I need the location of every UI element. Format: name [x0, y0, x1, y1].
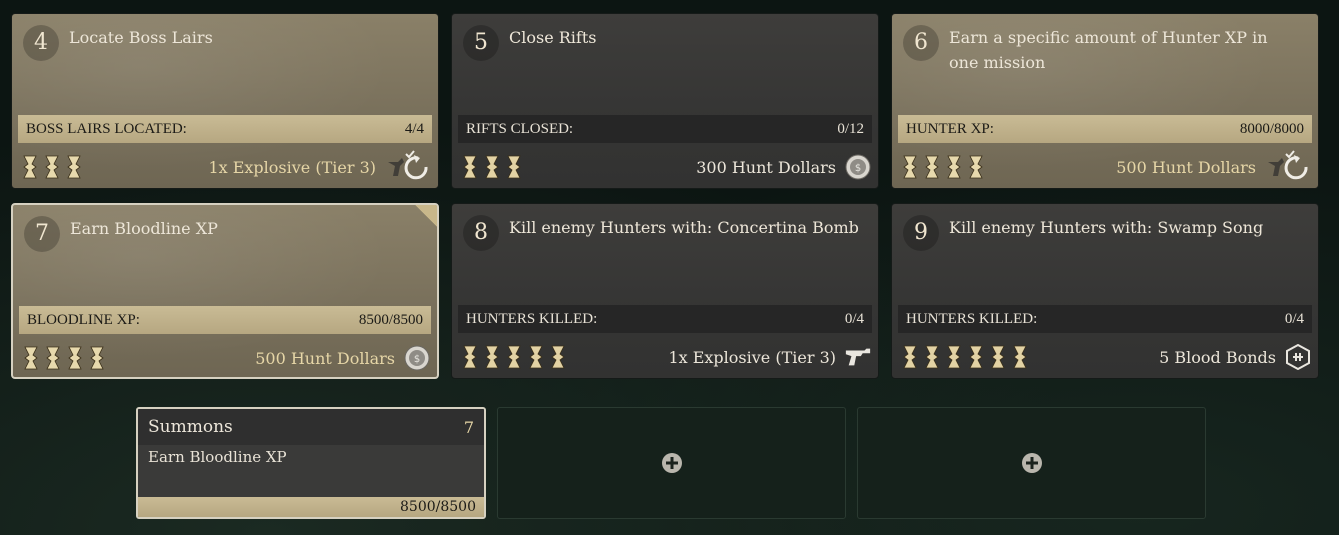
rank-icon	[946, 345, 962, 369]
progress-label: BOSS LAIRS LOCATED:	[26, 120, 187, 137]
rank-icon	[484, 345, 500, 369]
claimed-icon	[1264, 150, 1312, 184]
reward-row: 500 Hunt Dollars $	[19, 340, 431, 376]
progress-label: HUNTER XP:	[906, 120, 994, 137]
blood-bonds-icon	[1284, 343, 1312, 371]
plus-icon[interactable]	[661, 452, 683, 474]
challenge-number: 5	[463, 25, 499, 61]
challenge-number: 9	[903, 215, 939, 251]
progress-value: 0/12	[837, 120, 864, 137]
challenge-title: Kill enemy Hunters with: Swamp Song	[949, 218, 1264, 237]
progress-bar: BOSS LAIRS LOCATED: 4/4	[18, 115, 432, 143]
rank-icon	[22, 155, 38, 179]
challenge-title: Locate Boss Lairs	[69, 28, 213, 47]
progress-value: 0/4	[844, 310, 864, 327]
rank-icon	[44, 155, 60, 179]
progress-label: BLOODLINE XP:	[27, 311, 140, 328]
challenge-number: 7	[24, 216, 60, 252]
summons-task: Earn Bloodline XP	[148, 448, 287, 466]
challenge-number: 8	[463, 215, 499, 251]
challenge-title: Earn Bloodline XP	[70, 219, 218, 238]
challenge-card[interactable]: 9 Kill enemy Hunters with: Swamp Song HU…	[891, 203, 1319, 379]
rank-icons	[462, 155, 522, 179]
rank-icon	[484, 155, 500, 179]
challenge-number: 6	[903, 25, 939, 61]
rank-icon	[1012, 345, 1028, 369]
rank-icon	[924, 155, 940, 179]
reward-row: 500 Hunt Dollars	[898, 149, 1312, 185]
rank-icon	[528, 345, 544, 369]
rank-icon	[924, 345, 940, 369]
rank-icons	[23, 346, 105, 370]
rank-icon	[946, 155, 962, 179]
svg-text:$: $	[855, 163, 861, 174]
reward-text: 500 Hunt Dollars	[1116, 157, 1256, 177]
challenge-card[interactable]: 4 Locate Boss Lairs BOSS LAIRS LOCATED: …	[11, 13, 439, 189]
challenge-title: Kill enemy Hunters with: Concertina Bomb	[509, 218, 859, 237]
rank-icon	[67, 346, 83, 370]
rank-icon	[550, 345, 566, 369]
progress-value: 0/4	[1284, 310, 1304, 327]
challenge-card[interactable]: 8 Kill enemy Hunters with: Concertina Bo…	[451, 203, 879, 379]
rank-icons	[22, 155, 82, 179]
rank-icon	[23, 346, 39, 370]
rank-icons	[902, 155, 984, 179]
progress-bar: BLOODLINE XP: 8500/8500	[19, 306, 431, 334]
progress-value: 8000/8000	[1239, 120, 1304, 137]
rank-icon	[462, 345, 478, 369]
rank-icon	[506, 345, 522, 369]
challenge-title: Close Rifts	[509, 28, 597, 47]
rank-icons	[902, 345, 1028, 369]
summons-progress: 8500/8500	[138, 497, 484, 517]
reward-text: 500 Hunt Dollars	[255, 348, 395, 368]
progress-bar: HUNTERS KILLED: 0/4	[458, 305, 872, 333]
summons-count: 7	[463, 417, 474, 437]
progress-value: 8500/8500	[358, 311, 423, 328]
progress-label: HUNTERS KILLED:	[466, 310, 598, 327]
reward-row: 1x Explosive (Tier 3)	[18, 149, 432, 185]
progress-label: HUNTERS KILLED:	[906, 310, 1038, 327]
progress-bar: HUNTER XP: 8000/8000	[898, 115, 1312, 143]
rank-icon	[462, 155, 478, 179]
rank-icon	[506, 155, 522, 179]
rank-icon	[89, 346, 105, 370]
rank-icon	[990, 345, 1006, 369]
progress-label: RIFTS CLOSED:	[466, 120, 574, 137]
reward-text: 1x Explosive (Tier 3)	[208, 157, 376, 177]
reward-text: 300 Hunt Dollars	[696, 157, 836, 177]
rank-icon	[66, 155, 82, 179]
reward-text: 5 Blood Bonds	[1159, 347, 1276, 367]
empty-slot-1[interactable]	[497, 407, 846, 519]
rank-icon	[968, 345, 984, 369]
progress-bar: RIFTS CLOSED: 0/12	[458, 115, 872, 143]
challenge-title: Earn a specific amount of Hunter XP in o…	[949, 28, 1268, 72]
challenge-card[interactable]: 7 Earn Bloodline XP BLOODLINE XP: 8500/8…	[11, 203, 439, 379]
rank-icon	[968, 155, 984, 179]
rank-icons	[462, 345, 566, 369]
rank-icon	[902, 345, 918, 369]
revolver-icon	[844, 343, 872, 371]
challenge-card[interactable]: 6 Earn a specific amount of Hunter XP in…	[891, 13, 1319, 189]
challenge-card[interactable]: 5 Close Rifts RIFTS CLOSED: 0/12 300 Hun…	[451, 13, 879, 189]
reward-text: 1x Explosive (Tier 3)	[668, 347, 836, 367]
reward-row: 5 Blood Bonds	[898, 339, 1312, 375]
summons-slot[interactable]: Summons 7 Earn Bloodline XP 8500/8500	[136, 407, 486, 519]
challenge-number: 4	[23, 25, 59, 61]
reward-row: 1x Explosive (Tier 3)	[458, 339, 872, 375]
claimed-icon	[384, 150, 432, 184]
reward-row: 300 Hunt Dollars $	[458, 149, 872, 185]
summons-header: Summons 7	[138, 409, 484, 445]
hunt-dollars-icon: $	[844, 153, 872, 181]
rank-icon	[45, 346, 61, 370]
progress-value: 4/4	[404, 120, 424, 137]
hunt-dollars-icon: $	[403, 344, 431, 372]
empty-slot-2[interactable]	[857, 407, 1206, 519]
rank-icon	[902, 155, 918, 179]
progress-bar: HUNTERS KILLED: 0/4	[898, 305, 1312, 333]
summons-title: Summons	[148, 417, 233, 437]
svg-text:$: $	[414, 354, 420, 365]
plus-icon[interactable]	[1021, 452, 1043, 474]
